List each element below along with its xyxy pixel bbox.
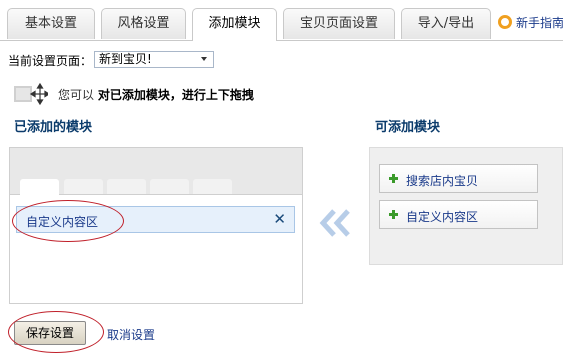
close-icon[interactable]: ✕ xyxy=(273,210,286,228)
tab-style-settings[interactable]: 风格设置 xyxy=(101,8,186,39)
layout-preview-tab xyxy=(20,179,59,195)
drag-move-icon xyxy=(14,82,51,106)
double-chevron-left-icon xyxy=(318,208,354,244)
layout-preview-tab xyxy=(150,179,189,194)
tab-item-page-settings[interactable]: 宝贝页面设置 xyxy=(283,8,395,39)
help-link[interactable]: 新手指南 xyxy=(498,14,563,31)
tab-import-export[interactable]: 导入/导出 xyxy=(401,8,491,39)
chevron-down-icon xyxy=(201,57,207,61)
add-module-search-button[interactable]: 搜索店内宝贝 xyxy=(379,164,538,193)
available-modules-panel: 搜索店内宝贝 自定义内容区 xyxy=(369,147,563,265)
tab-bar: 基本设置 风格设置 添加模块 宝贝页面设置 导入/导出 新手指南 xyxy=(0,0,563,41)
drag-hint-emphasis: 对已添加模块，进行上下拖拽 xyxy=(97,88,254,102)
help-link-label: 新手指南 xyxy=(516,16,563,30)
plus-icon xyxy=(389,174,398,183)
added-module-label: 自定义内容区 xyxy=(26,215,99,229)
layout-preview-tab xyxy=(193,179,232,194)
drag-hint-prefix: 您可以 xyxy=(58,88,95,102)
add-module-custom-button[interactable]: 自定义内容区 xyxy=(379,200,538,229)
layout-preview-tab xyxy=(107,179,146,194)
plus-icon xyxy=(389,210,398,219)
cancel-settings-link[interactable]: 取消设置 xyxy=(107,326,155,343)
drag-hint: 您可以 对已添加模块，进行上下拖拽 xyxy=(58,86,254,103)
added-module-row[interactable]: 自定义内容区 ✕ xyxy=(16,206,295,233)
current-page-value: 新到宝贝! xyxy=(99,52,152,66)
add-module-label: 自定义内容区 xyxy=(406,210,479,224)
lifebuoy-icon xyxy=(498,15,512,29)
add-module-label: 搜索店内宝贝 xyxy=(406,174,479,188)
tab-add-modules[interactable]: 添加模块 xyxy=(192,8,277,41)
layout-preview-tab xyxy=(64,179,103,194)
current-page-select[interactable]: 新到宝贝! xyxy=(94,51,214,68)
layout-preview-header xyxy=(10,148,302,195)
available-modules-title: 可添加模块 xyxy=(375,120,441,135)
save-settings-button[interactable]: 保存设置 xyxy=(14,321,86,345)
added-modules-title: 已添加的模块 xyxy=(14,120,93,135)
current-page-label: 当前设置页面： xyxy=(8,54,93,68)
tab-basic-settings[interactable]: 基本设置 xyxy=(7,8,95,39)
